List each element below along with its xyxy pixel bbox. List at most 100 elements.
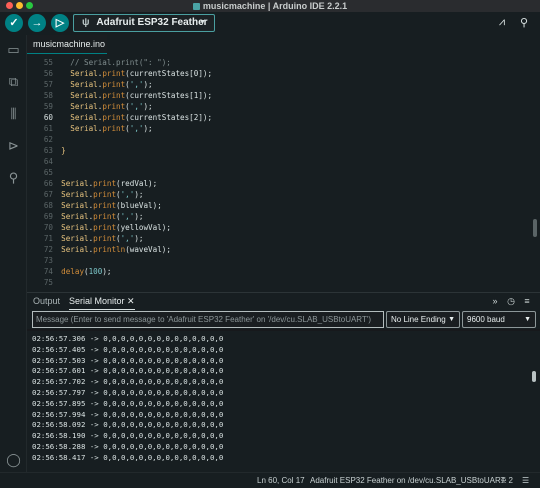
code-text: Serial.print(blueVal); — [61, 201, 162, 210]
code-line[interactable]: 61 Serial.print(','); — [27, 123, 527, 134]
code-line[interactable]: 55 // Serial.print(": "); — [27, 57, 527, 68]
code-text: Serial.print(','); — [61, 190, 144, 199]
code-line[interactable]: 56 Serial.print(currentStates[0]); — [27, 68, 527, 79]
line-number: 65 — [43, 168, 53, 177]
clear-output-icon[interactable]: ≡ — [521, 295, 533, 307]
code-text: Serial.print(','); — [61, 212, 144, 221]
code-line[interactable]: 66 Serial.print(redVal); — [27, 178, 527, 189]
line-number: 75 — [43, 278, 53, 287]
code-line[interactable]: 67 Serial.print(','); — [27, 189, 527, 200]
arrow-right-icon: → — [31, 17, 43, 29]
line-number: 70 — [43, 223, 53, 232]
code-line[interactable]: 59 Serial.print(','); — [27, 101, 527, 112]
serial-line: 02:56:58.417 -> 0,0,0,0,0,0,0,0,0,0,0,0,… — [32, 452, 224, 462]
boards-manager-button[interactable]: ⧉ — [5, 73, 22, 90]
code-editor[interactable]: 55 // Serial.print(": "); 56 Serial.print… — [27, 54, 540, 292]
verify-button[interactable]: ✓ — [5, 14, 23, 32]
activity-sidebar: ▭ ⧉ ⫼ ⊳ ⚲ ◯ — [0, 35, 27, 475]
code-line[interactable]: 71 Serial.print(','); — [27, 233, 527, 244]
status-bar: Ln 60, Col 17 Adafruit ESP32 Feather on … — [0, 472, 540, 488]
line-number: 55 — [43, 58, 53, 67]
serial-line: 02:56:57.994 -> 0,0,0,0,0,0,0,0,0,0,0,0,… — [32, 409, 224, 419]
board-selector-label: Adafruit ESP32 Feather — [96, 17, 208, 28]
line-number: 67 — [43, 190, 53, 199]
code-line[interactable]: 72 Serial.println(waveVal); — [27, 244, 527, 255]
code-line[interactable]: 58 Serial.print(currentStates[1]); — [27, 90, 527, 101]
line-number: 71 — [43, 234, 53, 243]
editor-tab-bar: musicmachine.ino — [27, 35, 540, 54]
message-input[interactable]: Message (Enter to send message to 'Adafr… — [32, 311, 384, 328]
code-line[interactable]: 75 — [27, 277, 527, 288]
serial-line: 02:56:57.797 -> 0,0,0,0,0,0,0,0,0,0,0,0,… — [32, 388, 224, 397]
sketchbook-button[interactable]: ▭ — [5, 41, 22, 58]
editor-scrollbar[interactable] — [533, 219, 537, 237]
upload-button[interactable]: → — [28, 14, 46, 32]
code-line[interactable]: 57 Serial.print(','); — [27, 79, 527, 90]
serial-output[interactable]: 02:56:57.306 -> 0,0,0,0,0,0,0,0,0,0,0,0,… — [27, 331, 540, 472]
code-line[interactable]: 64 — [27, 156, 527, 167]
debug-icon: ⊳ — [8, 138, 19, 153]
tab-label: musicmachine.ino — [33, 39, 106, 49]
search-icon: ⚲ — [8, 170, 19, 185]
notifications-indicator[interactable]: ⍾ 2 — [501, 473, 513, 488]
baud-rate-select[interactable]: 9600 baud ▼ — [462, 311, 536, 328]
chevrons-down-icon[interactable]: » — [489, 295, 501, 307]
library-manager-button[interactable]: ⫼ — [5, 105, 22, 122]
tab-serial-monitor[interactable]: Serial Monitor ✕ — [69, 293, 135, 310]
code-text: delay(100); — [61, 267, 112, 276]
code-text: // Serial.print(": "); — [52, 58, 171, 67]
serial-line: 02:56:57.895 -> 0,0,0,0,0,0,0,0,0,0,0,0,… — [32, 398, 224, 408]
boards-manager-icon: ⧉ — [8, 74, 19, 89]
code-line[interactable]: 62 — [27, 134, 527, 145]
code-text: Serial.print(currentStates[0]); — [70, 69, 213, 78]
tab-output[interactable]: Output — [33, 293, 60, 310]
line-number: 58 — [43, 91, 53, 100]
code-text: Serial.print(','); — [61, 234, 144, 243]
bell-icon: ⍾ — [501, 476, 507, 485]
code-line[interactable]: 65 — [27, 167, 527, 178]
window-title: musicmachine | Arduino IDE 2.2.1 — [0, 0, 540, 12]
title-bar: musicmachine | Arduino IDE 2.2.1 — [0, 0, 540, 12]
serial-line: 02:56:57.503 -> 0,0,0,0,0,0,0,0,0,0,0,0,… — [32, 355, 224, 365]
line-ending-select[interactable]: No Line Ending ▼ — [386, 311, 460, 328]
code-line[interactable]: 74 delay(100); — [27, 266, 527, 277]
debug-button[interactable]: ▷ — [51, 14, 69, 32]
code-line[interactable]: 70 Serial.print(yellowVal); — [27, 222, 527, 233]
close-icon[interactable]: ✕ — [127, 296, 135, 306]
code-line[interactable]: 73 — [27, 255, 527, 266]
chevron-down-icon: ▼ — [199, 19, 206, 26]
toolbar: ✓ → ▷ ψ Adafruit ESP32 Feather ▼ ⩘ ⚲ — [0, 12, 540, 35]
serial-line: 02:56:57.702 -> 0,0,0,0,0,0,0,0,0,0,0,0,… — [32, 377, 224, 387]
tab-musicmachine[interactable]: musicmachine.ino — [27, 35, 107, 54]
debug-panel-button[interactable]: ⊳ — [5, 137, 22, 154]
account-button[interactable]: ◯ — [5, 451, 22, 468]
code-text: Serial.print(redVal); — [61, 179, 158, 188]
usb-icon: ψ — [82, 17, 90, 28]
line-number: 64 — [43, 157, 53, 166]
line-number: 62 — [43, 135, 53, 144]
status-menu-icon[interactable]: ☰ — [522, 473, 529, 488]
serial-plotter-button[interactable]: ⩘ — [494, 16, 510, 30]
code-line[interactable]: 68 Serial.print(blueVal); — [27, 200, 527, 211]
code-text: Serial.print(','); — [70, 102, 153, 111]
code-line[interactable]: 60 Serial.print(currentStates[2]); — [27, 112, 527, 123]
search-button[interactable]: ⚲ — [5, 169, 22, 186]
line-number: 57 — [43, 80, 53, 89]
chevron-down-icon: ▼ — [448, 316, 455, 323]
library-icon: ⫼ — [10, 106, 17, 121]
code-text: Serial.print(','); — [70, 124, 153, 133]
code-text: Serial.println(waveVal); — [61, 245, 171, 254]
code-line[interactable]: 63 } — [27, 145, 527, 156]
code-line[interactable]: 69 Serial.print(','); — [27, 211, 527, 222]
timestamp-toggle-icon[interactable]: ◷ — [505, 295, 517, 307]
line-number: 61 — [43, 124, 53, 133]
code-text: } — [52, 146, 66, 155]
chevron-down-icon: ▼ — [524, 316, 531, 323]
code-text: Serial.print(currentStates[2]); — [70, 113, 213, 122]
code-text: Serial.print(yellowVal); — [61, 223, 171, 232]
serial-scrollbar[interactable] — [532, 371, 536, 382]
serial-monitor-button[interactable]: ⚲ — [516, 16, 532, 30]
serial-input-row: Message (Enter to send message to 'Adafr… — [27, 310, 540, 329]
line-number: 69 — [43, 212, 53, 221]
board-selector[interactable]: ψ Adafruit ESP32 Feather ▼ — [73, 14, 215, 32]
